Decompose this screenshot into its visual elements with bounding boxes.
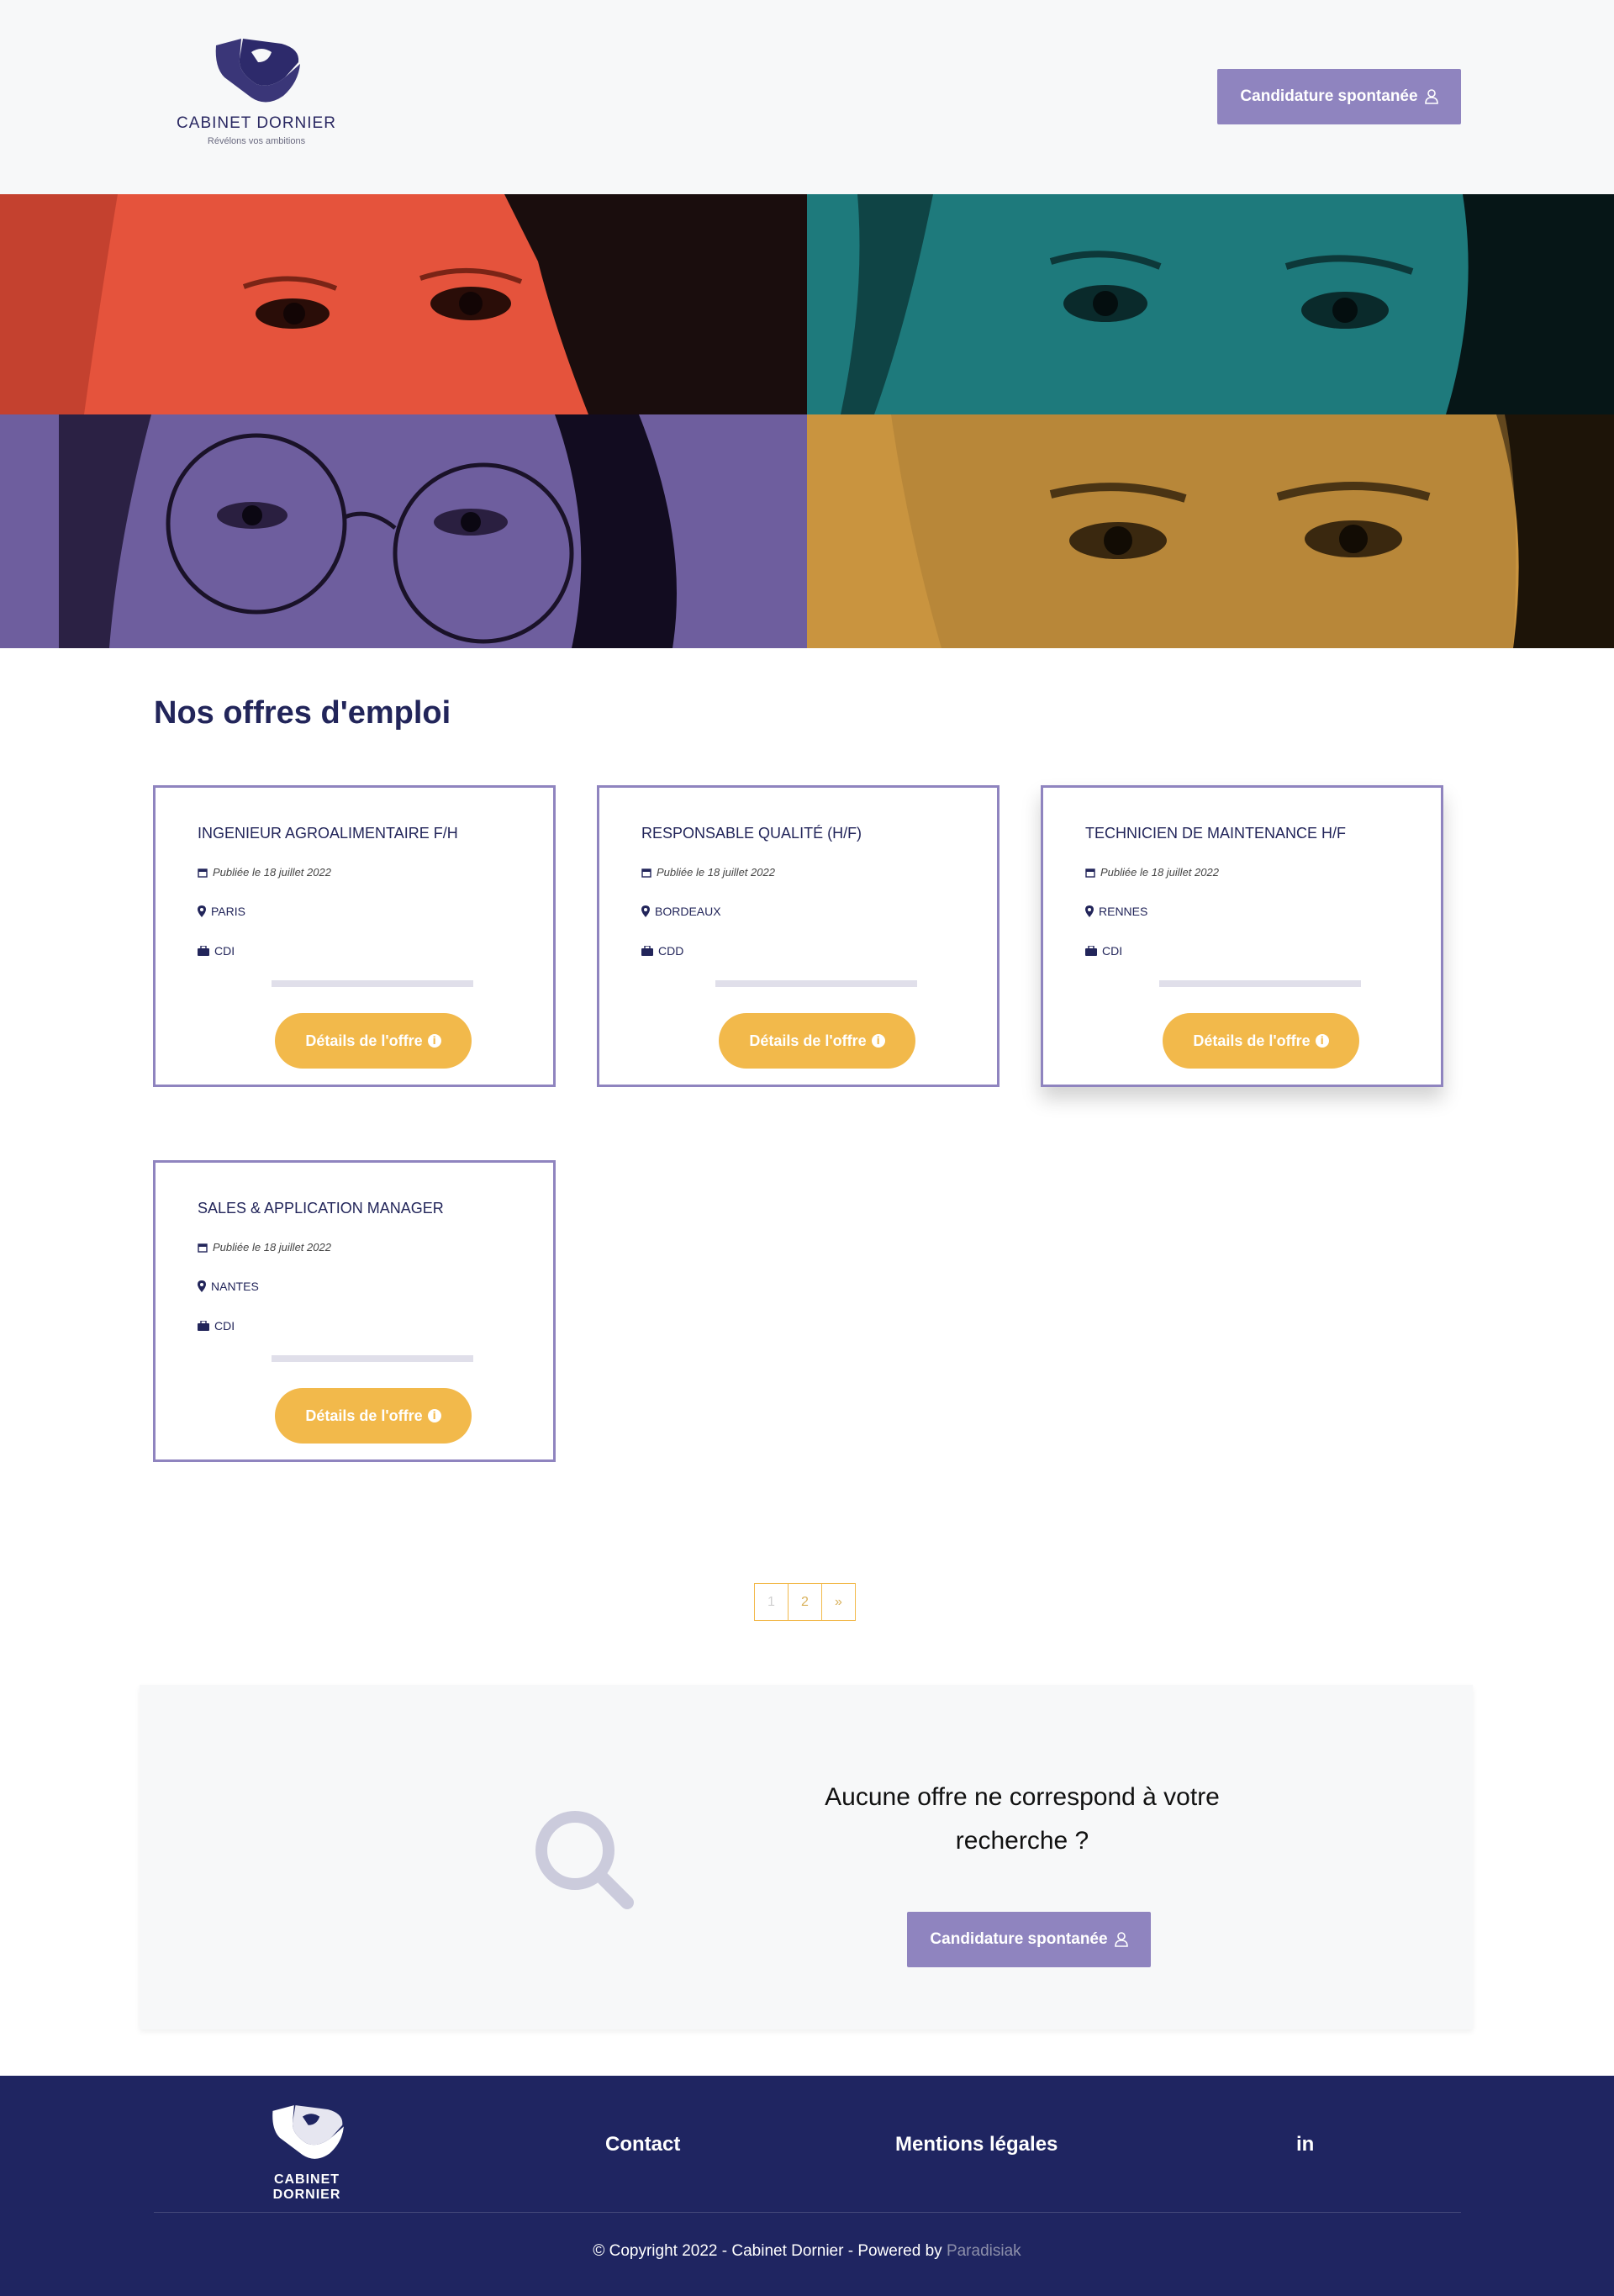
hero-portrait-violet bbox=[0, 414, 807, 648]
no-offer-title: Aucune offre ne correspond à votre reche… bbox=[825, 1783, 1220, 1855]
spontaneous-application-button[interactable]: Candidature spontanée bbox=[907, 1912, 1151, 1967]
job-location: BORDEAUX bbox=[641, 905, 721, 918]
map-marker-icon bbox=[198, 1280, 206, 1292]
footer-link-contact[interactable]: Contact bbox=[605, 2133, 680, 2156]
card-divider bbox=[715, 980, 917, 987]
briefcase-icon bbox=[198, 946, 209, 956]
map-marker-icon bbox=[198, 905, 206, 917]
briefcase-icon bbox=[198, 1321, 209, 1331]
info-icon: i bbox=[871, 1034, 885, 1048]
linkedin-icon[interactable]: in bbox=[1296, 2133, 1314, 2156]
job-title: SALES & APPLICATION MANAGER bbox=[198, 1200, 444, 1217]
calendar-icon bbox=[198, 868, 208, 878]
job-date-text: Publiée le 18 juillet 2022 bbox=[213, 1241, 331, 1254]
job-contract-text: CDI bbox=[1102, 944, 1123, 958]
job-location-text: RENNES bbox=[1099, 905, 1148, 918]
logo-tagline: Révélons vos ambitions bbox=[207, 136, 306, 146]
user-icon bbox=[1114, 1932, 1128, 1947]
copyright-text: © Copyright 2022 - Cabinet Dornier - Pow… bbox=[593, 2242, 947, 2260]
info-icon: i bbox=[427, 1034, 441, 1048]
info-icon: i bbox=[427, 1409, 441, 1422]
job-contract-text: CDD bbox=[658, 944, 684, 958]
footer-logo-name: CABINET DORNIER bbox=[272, 2172, 341, 2202]
job-location-text: BORDEAUX bbox=[655, 905, 721, 918]
job-card[interactable]: RESPONSABLE QUALITÉ (H/F) Publiée le 18 … bbox=[597, 785, 1000, 1087]
calendar-icon bbox=[1085, 868, 1095, 878]
job-contract-text: CDI bbox=[214, 1319, 235, 1333]
logo-name: CABINET DORNIER bbox=[177, 114, 336, 132]
offer-details-label: Détails de l'offre bbox=[305, 1032, 423, 1049]
hero-portrait-ochre bbox=[807, 414, 1614, 648]
card-divider bbox=[272, 1355, 473, 1362]
job-location-text: PARIS bbox=[211, 905, 245, 918]
spontaneous-application-label: Candidature spontanée bbox=[1240, 87, 1418, 105]
job-contract-text: CDI bbox=[214, 944, 235, 958]
offer-details-button[interactable]: Détails de l'offre i bbox=[719, 1013, 915, 1069]
job-location-text: NANTES bbox=[211, 1280, 259, 1293]
job-location: RENNES bbox=[1085, 905, 1147, 918]
footer-link-legal[interactable]: Mentions légales bbox=[895, 2133, 1058, 2156]
job-location: NANTES bbox=[198, 1280, 259, 1293]
info-icon: i bbox=[1315, 1034, 1329, 1048]
page-link-2[interactable]: 2 bbox=[788, 1583, 822, 1621]
job-contract: CDI bbox=[198, 944, 235, 958]
logo-mark-icon bbox=[215, 39, 300, 103]
logo-mark-icon bbox=[272, 2105, 344, 2159]
job-card[interactable]: TECHNICIEN DE MAINTENANCE H/F Publiée le… bbox=[1041, 785, 1443, 1087]
offer-details-label: Détails de l'offre bbox=[1193, 1032, 1311, 1049]
calendar-icon bbox=[641, 868, 651, 878]
calendar-icon bbox=[198, 1243, 208, 1253]
hero-banner bbox=[0, 194, 1614, 648]
footer-divider bbox=[154, 2212, 1461, 2213]
hero-portrait-teal bbox=[807, 194, 1614, 414]
card-divider bbox=[1159, 980, 1361, 987]
hero-portrait-red bbox=[0, 194, 807, 414]
map-marker-icon bbox=[641, 905, 650, 917]
job-date: Publiée le 18 juillet 2022 bbox=[198, 1241, 331, 1254]
no-offer-panel: Aucune offre ne correspond à votre reche… bbox=[140, 1685, 1473, 2029]
job-date: Publiée le 18 juillet 2022 bbox=[198, 866, 331, 879]
offer-details-button[interactable]: Détails de l'offre i bbox=[1163, 1013, 1359, 1069]
job-date-text: Publiée le 18 juillet 2022 bbox=[1100, 866, 1219, 879]
briefcase-icon bbox=[641, 946, 653, 956]
briefcase-icon bbox=[1085, 946, 1097, 956]
card-divider bbox=[272, 980, 473, 987]
copyright: © Copyright 2022 - Cabinet Dornier - Pow… bbox=[0, 2242, 1614, 2261]
job-contract: CDI bbox=[1085, 944, 1122, 958]
offer-details-label: Détails de l'offre bbox=[749, 1032, 867, 1049]
offer-details-button[interactable]: Détails de l'offre i bbox=[275, 1388, 472, 1444]
site-header: CABINET DORNIER Révélons vos ambitions C… bbox=[0, 0, 1614, 194]
offer-details-label: Détails de l'offre bbox=[305, 1407, 423, 1424]
job-contract: CDD bbox=[641, 944, 683, 958]
job-title: RESPONSABLE QUALITÉ (H/F) bbox=[641, 825, 862, 842]
job-title: TECHNICIEN DE MAINTENANCE H/F bbox=[1085, 825, 1347, 842]
spontaneous-application-label: Candidature spontanée bbox=[930, 1930, 1108, 1948]
job-card[interactable]: INGENIEUR AGROALIMENTAIRE F/H Publiée le… bbox=[153, 785, 556, 1087]
site-footer: CABINET DORNIER © Copyright 2022 - Cabin… bbox=[0, 2076, 1614, 2296]
offer-details-button[interactable]: Détails de l'offre i bbox=[275, 1013, 472, 1069]
map-marker-icon bbox=[1085, 905, 1094, 917]
page-link-next[interactable]: » bbox=[821, 1583, 856, 1621]
job-card[interactable]: SALES & APPLICATION MANAGER Publiée le 1… bbox=[153, 1160, 556, 1462]
logo[interactable]: CABINET DORNIER Révélons vos ambitions bbox=[172, 34, 340, 146]
section-title: Nos offres d'emploi bbox=[154, 695, 451, 731]
pagination: 1 2 » bbox=[754, 1583, 856, 1621]
powered-by-link[interactable]: Paradisiak bbox=[947, 2242, 1021, 2260]
search-icon bbox=[535, 1811, 634, 1909]
page-link-1[interactable]: 1 bbox=[754, 1583, 789, 1621]
user-icon bbox=[1424, 89, 1438, 104]
job-title: INGENIEUR AGROALIMENTAIRE F/H bbox=[198, 825, 458, 842]
job-date-text: Publiée le 18 juillet 2022 bbox=[213, 866, 331, 879]
job-location: PARIS bbox=[198, 905, 245, 918]
job-date-text: Publiée le 18 juillet 2022 bbox=[657, 866, 775, 879]
job-date: Publiée le 18 juillet 2022 bbox=[641, 866, 775, 879]
spontaneous-application-button[interactable]: Candidature spontanée bbox=[1217, 69, 1461, 124]
footer-logo[interactable]: CABINET DORNIER bbox=[240, 2101, 374, 2203]
job-contract: CDI bbox=[198, 1319, 235, 1333]
job-date: Publiée le 18 juillet 2022 bbox=[1085, 866, 1219, 879]
